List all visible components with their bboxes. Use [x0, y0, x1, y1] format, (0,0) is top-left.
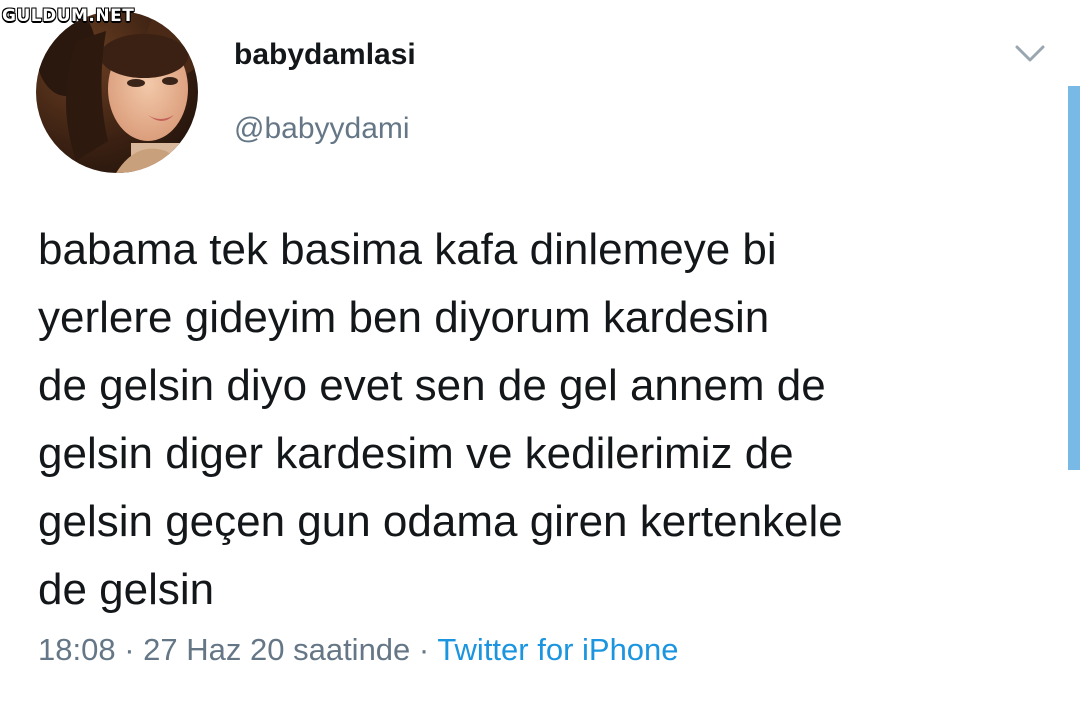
site-watermark: GULDUM.NET: [2, 6, 135, 26]
tweet-text: babama tek basima kafa dinlemeye bi yerl…: [38, 216, 1038, 624]
tweet-line: de gelsin: [38, 565, 215, 614]
tweet-line: de gelsin diyo evet sen de gel annem de: [38, 361, 826, 410]
chevron-down-icon[interactable]: [1010, 38, 1050, 68]
tweet-line: babama tek basima kafa dinlemeye bi: [38, 225, 777, 274]
avatar-photo: [36, 11, 198, 173]
meta-separator: ·: [124, 632, 135, 667]
tweet-source-link[interactable]: Twitter for iPhone: [437, 632, 678, 667]
meta-separator: ·: [418, 632, 430, 667]
avatar[interactable]: [36, 11, 198, 173]
tweet-line: yerlere gideyim ben diyorum kardesin: [38, 293, 770, 342]
tweet-meta: 18:08 · 27 Haz 20 saatinde · Twitter for…: [38, 632, 679, 668]
tweet-time[interactable]: 18:08: [38, 632, 116, 667]
tweet-line: gelsin geçen gun odama giren kertenkele: [38, 497, 843, 546]
scrollbar[interactable]: [1068, 86, 1080, 470]
user-handle[interactable]: @babyydami: [234, 112, 410, 146]
tweet-date[interactable]: 27 Haz 20 saatinde: [143, 632, 410, 667]
tweet-line: gelsin diger kardesim ve kedilerimiz de: [38, 429, 794, 478]
display-name[interactable]: babydamlasi: [234, 38, 416, 72]
